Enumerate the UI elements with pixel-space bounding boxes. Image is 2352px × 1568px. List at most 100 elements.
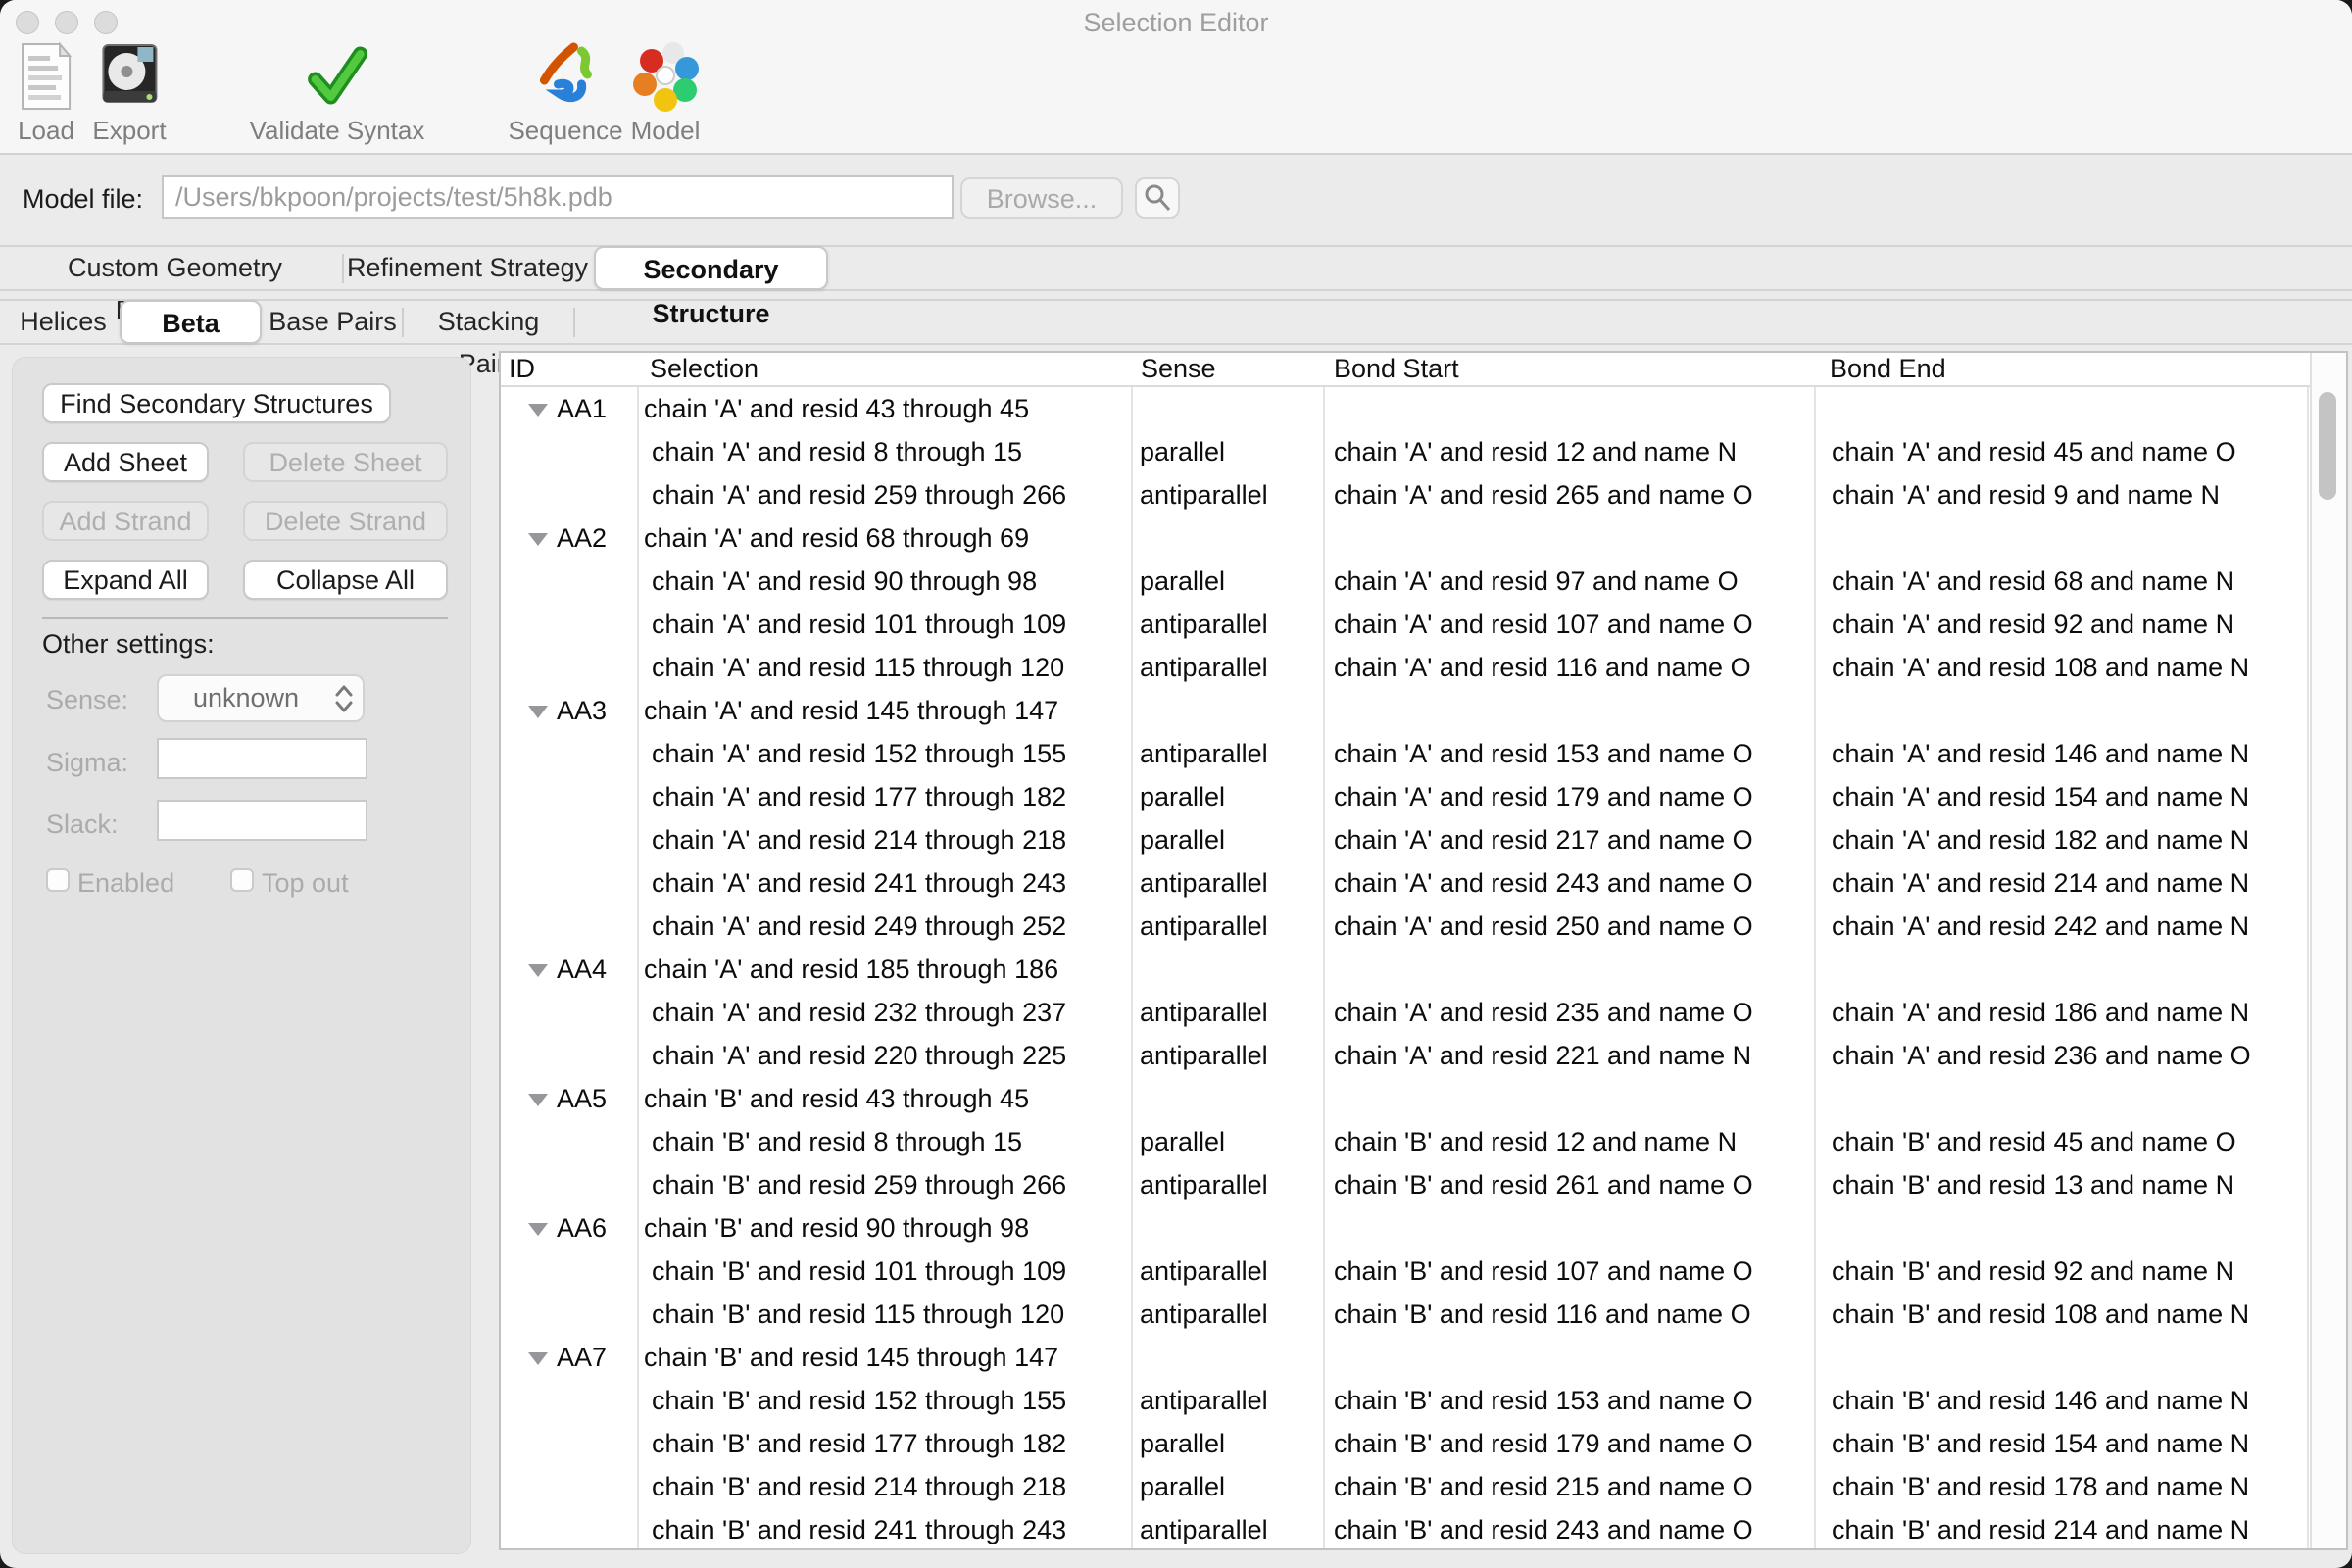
row-bond-end: [1814, 387, 2307, 430]
model-file-input[interactable]: [162, 175, 954, 219]
slack-label: Slack:: [46, 809, 119, 840]
row-id-cell: [501, 560, 637, 603]
disclosure-triangle-icon[interactable]: [528, 1223, 548, 1236]
table-row[interactable]: chain 'A' and resid 101 through 109antip…: [501, 603, 2310, 646]
table-row[interactable]: chain 'A' and resid 220 through 225antip…: [501, 1034, 2310, 1077]
sequence-button[interactable]: Sequence: [508, 39, 622, 146]
table-row[interactable]: chain 'A' and resid 214 through 218paral…: [501, 818, 2310, 861]
row-selection: chain 'B' and resid 145 through 147: [637, 1336, 1131, 1379]
table-row[interactable]: chain 'B' and resid 241 through 243antip…: [501, 1508, 2310, 1548]
subtab-helices[interactable]: Helices: [12, 301, 115, 343]
row-id-cell[interactable]: AA5: [501, 1077, 637, 1120]
row-id-cell[interactable]: AA6: [501, 1206, 637, 1250]
row-sense: antiparallel: [1131, 861, 1323, 905]
row-id-cell[interactable]: AA7: [501, 1336, 637, 1379]
vertical-scrollbar[interactable]: [2310, 353, 2346, 1548]
header-selection[interactable]: Selection: [650, 353, 759, 385]
table-row[interactable]: chain 'B' and resid 259 through 266antip…: [501, 1163, 2310, 1206]
row-id-cell[interactable]: AA3: [501, 689, 637, 732]
disclosure-triangle-icon[interactable]: [528, 404, 548, 416]
row-sense: antiparallel: [1131, 1508, 1323, 1548]
tab-custom-geometry-restraints[interactable]: Custom Geometry Restraints: [12, 247, 338, 289]
disclosure-triangle-icon[interactable]: [528, 964, 548, 977]
sub-tab-bar: Helices Beta Sheets Base Pairs Stacking …: [0, 299, 2352, 345]
row-sense: antiparallel: [1131, 646, 1323, 689]
table-row[interactable]: chain 'B' and resid 115 through 120antip…: [501, 1293, 2310, 1336]
top-out-checkbox[interactable]: [230, 868, 254, 892]
table-row[interactable]: chain 'A' and resid 8 through 15parallel…: [501, 430, 2310, 473]
row-bond-end: chain 'A' and resid 214 and name N: [1814, 861, 2307, 905]
table-row[interactable]: chain 'B' and resid 177 through 182paral…: [501, 1422, 2310, 1465]
validate-syntax-button[interactable]: Validate Syntax: [250, 39, 425, 146]
row-id-cell: [501, 1034, 637, 1077]
sigma-input[interactable]: [157, 738, 368, 779]
table-row[interactable]: chain 'A' and resid 115 through 120antip…: [501, 646, 2310, 689]
scrollbar-thumb[interactable]: [2319, 392, 2336, 500]
table-row[interactable]: chain 'B' and resid 214 through 218paral…: [501, 1465, 2310, 1508]
table-row[interactable]: chain 'B' and resid 152 through 155antip…: [501, 1379, 2310, 1422]
row-id-cell: [501, 1293, 637, 1336]
main-tab-bar: Custom Geometry Restraints Refinement St…: [0, 245, 2352, 291]
table-row[interactable]: AA4chain 'A' and resid 185 through 186: [501, 948, 2310, 991]
table-row[interactable]: chain 'B' and resid 8 through 15parallel…: [501, 1120, 2310, 1163]
sheet-id: AA1: [557, 387, 607, 430]
collapse-all-button[interactable]: Collapse All: [243, 560, 448, 600]
row-bond-start: chain 'B' and resid 179 and name O: [1323, 1422, 1814, 1465]
table-row[interactable]: chain 'A' and resid 259 through 266antip…: [501, 473, 2310, 516]
row-sense: parallel: [1131, 430, 1323, 473]
sense-dropdown[interactable]: unknown: [157, 674, 365, 722]
row-bond-start: chain 'A' and resid 153 and name O: [1323, 732, 1814, 775]
top-out-label: Top out: [262, 868, 349, 899]
export-button[interactable]: Export: [92, 39, 166, 146]
model-button[interactable]: Model: [630, 39, 701, 146]
row-id-cell: [501, 1465, 637, 1508]
table-row[interactable]: AA5chain 'B' and resid 43 through 45: [501, 1077, 2310, 1120]
table-row[interactable]: chain 'A' and resid 241 through 243antip…: [501, 861, 2310, 905]
table-row[interactable]: AA3chain 'A' and resid 145 through 147: [501, 689, 2310, 732]
load-button[interactable]: Load: [18, 39, 74, 146]
row-selection: chain 'B' and resid 214 through 218: [637, 1465, 1131, 1508]
table-row[interactable]: AA1chain 'A' and resid 43 through 45: [501, 387, 2310, 430]
row-bond-start: [1323, 516, 1814, 560]
find-secondary-structures-button[interactable]: Find Secondary Structures: [42, 383, 391, 423]
sigma-label: Sigma:: [46, 748, 128, 778]
tab-refinement-strategy[interactable]: Refinement Strategy: [346, 247, 589, 289]
enabled-checkbox[interactable]: [46, 868, 70, 892]
disclosure-triangle-icon[interactable]: [528, 1352, 548, 1365]
table-row[interactable]: chain 'A' and resid 90 through 98paralle…: [501, 560, 2310, 603]
subtab-beta-sheets[interactable]: Beta Sheets: [120, 300, 262, 344]
row-sense: antiparallel: [1131, 1034, 1323, 1077]
protein-ribbon-icon: [508, 39, 622, 114]
table-row[interactable]: AA7chain 'B' and resid 145 through 147: [501, 1336, 2310, 1379]
subtab-stacking-pairs[interactable]: Stacking Pairs: [408, 301, 569, 343]
table-row[interactable]: chain 'B' and resid 101 through 109antip…: [501, 1250, 2310, 1293]
search-model-button[interactable]: [1135, 177, 1180, 219]
table-row[interactable]: AA6chain 'B' and resid 90 through 98: [501, 1206, 2310, 1250]
row-id-cell[interactable]: AA2: [501, 516, 637, 560]
row-bond-start: chain 'B' and resid 107 and name O: [1323, 1250, 1814, 1293]
table-row[interactable]: chain 'A' and resid 177 through 182paral…: [501, 775, 2310, 818]
table-row[interactable]: chain 'A' and resid 232 through 237antip…: [501, 991, 2310, 1034]
table-row[interactable]: chain 'A' and resid 249 through 252antip…: [501, 905, 2310, 948]
header-sense[interactable]: Sense: [1141, 353, 1216, 385]
add-strand-button: Add Strand: [42, 501, 209, 541]
slack-input[interactable]: [157, 800, 368, 841]
header-bond-start[interactable]: Bond Start: [1334, 353, 1459, 385]
header-id[interactable]: ID: [509, 353, 535, 385]
header-bond-end[interactable]: Bond End: [1830, 353, 1946, 385]
disclosure-triangle-icon[interactable]: [528, 1094, 548, 1106]
add-sheet-button[interactable]: Add Sheet: [42, 442, 209, 482]
subtab-base-pairs[interactable]: Base Pairs: [268, 301, 398, 343]
row-id-cell[interactable]: AA1: [501, 387, 637, 430]
row-bond-end: chain 'A' and resid 45 and name O: [1814, 430, 2307, 473]
table-row[interactable]: chain 'A' and resid 152 through 155antip…: [501, 732, 2310, 775]
row-bond-end: [1814, 1336, 2307, 1379]
browse-button[interactable]: Browse...: [960, 177, 1123, 219]
row-id-cell: [501, 473, 637, 516]
row-id-cell[interactable]: AA4: [501, 948, 637, 991]
disclosure-triangle-icon[interactable]: [528, 533, 548, 546]
disclosure-triangle-icon[interactable]: [528, 706, 548, 718]
table-row[interactable]: AA2chain 'A' and resid 68 through 69: [501, 516, 2310, 560]
tab-secondary-structure[interactable]: Secondary Structure: [594, 246, 828, 290]
expand-all-button[interactable]: Expand All: [42, 560, 209, 600]
